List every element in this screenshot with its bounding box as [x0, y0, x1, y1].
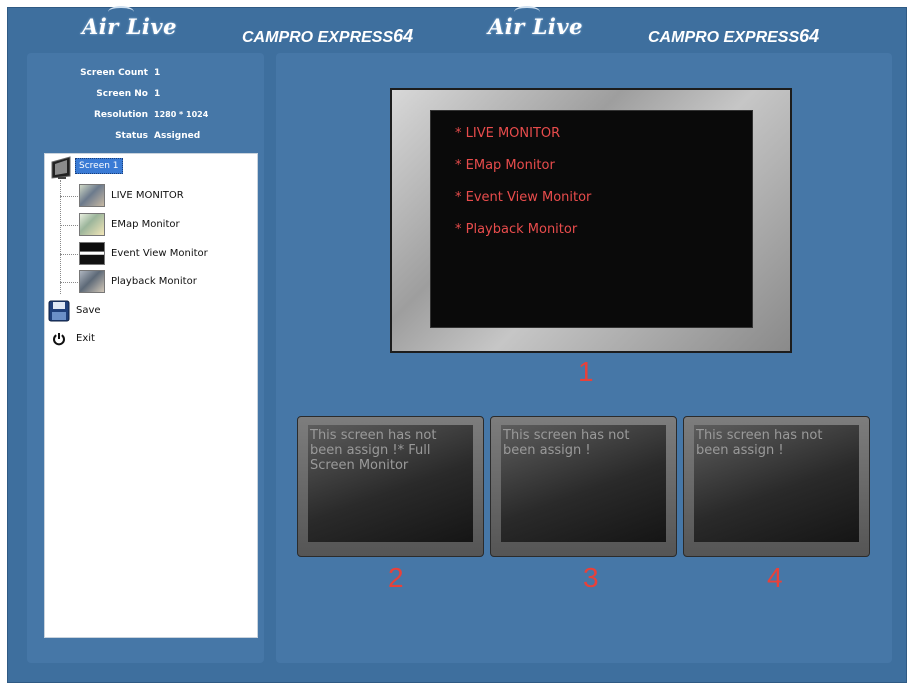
exit-button[interactable]	[52, 332, 66, 349]
monitor-line-event-view: * Event View Monitor	[455, 190, 592, 205]
monitor-2-text: This screen has not been assign !* Full …	[310, 428, 437, 473]
screen-tree: Screen 1 LIVE MONITOR EMap Monitor Event…	[44, 153, 258, 638]
tree-line	[60, 225, 78, 226]
screen-no-row: Screen No 1	[27, 89, 264, 105]
tree-line	[60, 180, 61, 294]
status-label: Status	[115, 131, 148, 141]
airlive-logo: Air Live	[82, 6, 177, 39]
resolution-label: Resolution	[93, 110, 148, 120]
tree-item-event-view-monitor[interactable]: Event View Monitor	[111, 248, 208, 259]
screen-count-row: Screen Count 1	[27, 68, 264, 84]
monitor-2[interactable]: This screen has not been assign !* Full …	[297, 416, 484, 557]
monitor-number-2: 2	[388, 562, 404, 593]
monitor-3-screen: This screen has not been assign !	[501, 425, 666, 542]
live-monitor-thumbnail-icon	[79, 184, 105, 207]
event-view-monitor-thumbnail-icon	[79, 242, 105, 265]
monitor-number-4: 4	[767, 562, 783, 593]
tree-line	[60, 282, 78, 283]
main-monitor-1[interactable]: * LIVE MONITOR * EMap Monitor * Event Vi…	[390, 88, 792, 353]
tree-item-emap-monitor[interactable]: EMap Monitor	[111, 219, 180, 230]
tree-line	[60, 196, 78, 197]
monitor-4-screen: This screen has not been assign !	[694, 425, 859, 542]
exit-label[interactable]: Exit	[76, 333, 95, 344]
main-monitor-screen: * LIVE MONITOR * EMap Monitor * Event Vi…	[430, 110, 753, 328]
screen-count-label: Screen Count	[80, 68, 148, 78]
tree-node-screen-1[interactable]	[48, 156, 74, 183]
power-icon	[53, 333, 65, 346]
monitor-4-text: This screen has not been assign !	[696, 428, 823, 458]
monitor-line-playback: * Playback Monitor	[455, 222, 578, 237]
campro-express-logo: CAMPRO EXPRESS64	[242, 26, 414, 46]
playback-monitor-thumbnail-icon	[79, 270, 105, 293]
screen-no-value: 1	[154, 89, 161, 99]
screen-1-selected-label[interactable]: Screen 1	[75, 158, 123, 174]
monitor-4[interactable]: This screen has not been assign !	[683, 416, 870, 557]
campro-express-logo: CAMPRO EXPRESS64	[648, 26, 820, 46]
emap-monitor-thumbnail-icon	[79, 213, 105, 236]
monitor-number-3: 3	[583, 562, 599, 593]
monitor-number-1: 1	[578, 356, 594, 387]
save-label[interactable]: Save	[76, 305, 101, 316]
airlive-logo: Air Live	[488, 6, 583, 39]
monitor-line-emap: * EMap Monitor	[455, 158, 555, 173]
monitor-3-text: This screen has not been assign !	[503, 428, 630, 458]
floppy-disk-icon	[48, 300, 70, 322]
monitor-3[interactable]: This screen has not been assign !	[490, 416, 677, 557]
monitor-icon	[51, 156, 71, 179]
status-value: Assigned	[154, 131, 201, 141]
tree-line	[60, 254, 78, 255]
screen-count-value: 1	[154, 68, 161, 78]
tree-item-live-monitor[interactable]: LIVE MONITOR	[111, 190, 184, 201]
tree-item-playback-monitor[interactable]: Playback Monitor	[111, 276, 197, 287]
resolution-row: Resolution 1280 * 1024	[27, 110, 264, 126]
monitor-2-screen: This screen has not been assign !* Full …	[308, 425, 473, 542]
resolution-value: 1280 * 1024	[154, 110, 209, 119]
screen-no-label: Screen No	[96, 89, 148, 99]
status-row: Status Assigned	[27, 131, 264, 147]
monitor-line-live: * LIVE MONITOR	[455, 126, 561, 141]
screen-1-label[interactable]: Screen 1	[75, 158, 123, 174]
save-button[interactable]	[48, 300, 70, 325]
